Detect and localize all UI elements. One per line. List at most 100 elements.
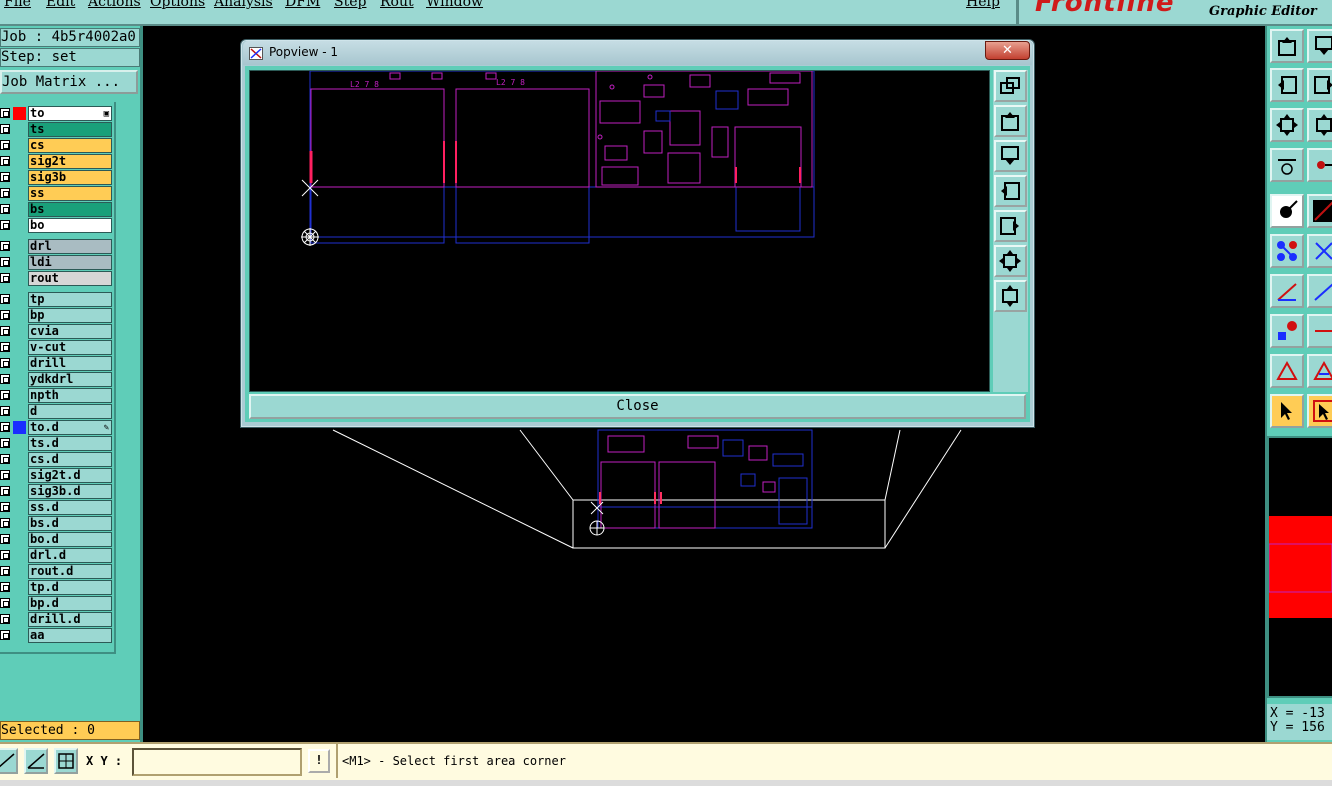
grid-button[interactable] [54, 748, 78, 774]
layer-row[interactable]: ss [0, 186, 112, 201]
window-close-button[interactable]: ✕ [985, 41, 1030, 60]
layer-checkbox[interactable] [0, 140, 10, 150]
layer-checkbox[interactable] [0, 108, 10, 118]
message-button[interactable]: ! [308, 749, 330, 773]
menu-help[interactable]: Help [966, 0, 1000, 10]
layer-checkbox[interactable] [0, 172, 10, 182]
zoom-fit-button[interactable] [1270, 108, 1304, 142]
overview-map[interactable] [1267, 436, 1332, 698]
pan-up-button[interactable] [1270, 29, 1304, 63]
layer-row[interactable]: sig3b.d [0, 484, 112, 499]
connect-button[interactable] [1270, 234, 1304, 268]
line-button[interactable] [1307, 314, 1332, 348]
layer-row[interactable]: bp.d [0, 596, 112, 611]
layer-checkbox[interactable] [0, 406, 10, 416]
menu-step[interactable]: Step [334, 0, 366, 10]
layer-name[interactable]: ts [28, 122, 112, 137]
layer-name[interactable]: ydkdrl [28, 372, 112, 387]
layer-checkbox[interactable] [0, 518, 10, 528]
layer-name[interactable]: rout [28, 271, 112, 286]
measure-button[interactable] [1307, 148, 1332, 182]
layer-row[interactable]: tp [0, 292, 112, 307]
draw-line-button[interactable] [1307, 194, 1332, 228]
popview-pan-up-button[interactable] [994, 105, 1027, 137]
layer-row[interactable]: sig2t.d [0, 468, 112, 483]
angle-snap-button[interactable] [24, 748, 48, 774]
layer-checkbox[interactable] [0, 582, 10, 592]
layer-checkbox[interactable] [0, 454, 10, 464]
menu-options[interactable]: Options [150, 0, 205, 10]
pan-right-button[interactable] [1307, 68, 1332, 102]
layer-checkbox[interactable] [0, 566, 10, 576]
layer-row[interactable]: ydkdrl [0, 372, 112, 387]
layer-row[interactable]: rout.d [0, 564, 112, 579]
layer-row[interactable]: ts.d [0, 436, 112, 451]
layer-row[interactable]: ts [0, 122, 112, 137]
layer-row[interactable]: cvia [0, 324, 112, 339]
layer-name[interactable]: bo [28, 218, 112, 233]
zoom-vertical-button[interactable] [1307, 108, 1332, 142]
pad-button[interactable] [1270, 314, 1304, 348]
layer-row[interactable]: rout [0, 271, 112, 286]
layer-row[interactable]: tp.d [0, 580, 112, 595]
layer-checkbox[interactable] [0, 257, 10, 267]
layer-name[interactable]: bp.d [28, 596, 112, 611]
layer-name[interactable]: bs.d [28, 516, 112, 531]
layer-checkbox[interactable] [0, 310, 10, 320]
layer-checkbox[interactable] [0, 470, 10, 480]
layer-name[interactable]: rout.d [28, 564, 112, 579]
layer-name[interactable]: drill.d [28, 612, 112, 627]
layer-name[interactable]: to ▣ [28, 106, 112, 121]
layer-name[interactable]: aa [28, 628, 112, 643]
select-point-button[interactable] [1270, 194, 1304, 228]
layer-row[interactable]: aa [0, 628, 112, 643]
layer-checkbox[interactable] [0, 273, 10, 283]
layer-name[interactable]: tp [28, 292, 112, 307]
layer-name[interactable]: sig2t.d [28, 468, 112, 483]
layer-name[interactable]: ss.d [28, 500, 112, 515]
layer-name[interactable]: v-cut [28, 340, 112, 355]
layer-name[interactable]: npth [28, 388, 112, 403]
layer-row[interactable]: sig3b [0, 170, 112, 185]
layer-name[interactable]: ss [28, 186, 112, 201]
snap-button[interactable] [0, 748, 18, 774]
menu-window[interactable]: Window [426, 0, 483, 10]
layer-name[interactable]: cs.d [28, 452, 112, 467]
layer-row[interactable]: to.d ✎ [0, 420, 112, 435]
pointer-tool-button[interactable] [1270, 394, 1304, 428]
layer-checkbox[interactable] [0, 374, 10, 384]
menu-actions[interactable]: Actions [88, 0, 141, 10]
layer-checkbox[interactable] [0, 438, 10, 448]
angle-button[interactable] [1270, 274, 1304, 308]
popview-close-button[interactable]: Close [249, 394, 1026, 419]
layer-row[interactable]: npth [0, 388, 112, 403]
layer-row[interactable]: bs.d [0, 516, 112, 531]
popview-zoom-button[interactable] [994, 70, 1027, 102]
poly-button[interactable] [1307, 354, 1332, 388]
layer-name[interactable]: sig3b [28, 170, 112, 185]
layer-checkbox[interactable] [0, 220, 10, 230]
layer-row[interactable]: sig2t [0, 154, 112, 169]
layer-name[interactable]: d [28, 404, 112, 419]
layer-checkbox[interactable] [0, 124, 10, 134]
layer-checkbox[interactable] [0, 156, 10, 166]
select-tool-button[interactable] [1307, 394, 1332, 428]
layer-row[interactable]: bs [0, 202, 112, 217]
xy-input[interactable] [132, 748, 302, 776]
layer-name[interactable]: ldi [28, 255, 112, 270]
popview-pan-down-button[interactable] [994, 140, 1027, 172]
triangle-button[interactable] [1270, 354, 1304, 388]
layer-checkbox[interactable] [0, 326, 10, 336]
layer-checkbox[interactable] [0, 188, 10, 198]
menu-dfm[interactable]: DFM [285, 0, 320, 10]
menu-rout[interactable]: Rout [380, 0, 414, 10]
layer-row[interactable]: bo [0, 218, 112, 233]
layer-row[interactable]: bp [0, 308, 112, 323]
layer-checkbox[interactable] [0, 358, 10, 368]
layer-row[interactable]: ss.d [0, 500, 112, 515]
menu-analysis[interactable]: Analysis [214, 0, 273, 10]
layer-row[interactable]: drl.d [0, 548, 112, 563]
popview-vertical-button[interactable] [994, 280, 1027, 312]
popview-titlebar[interactable]: Popview - 1 ✕ [243, 41, 1032, 65]
layer-checkbox[interactable] [0, 550, 10, 560]
